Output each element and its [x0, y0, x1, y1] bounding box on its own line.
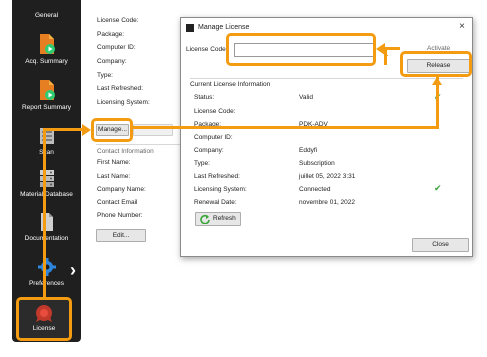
info-label: Last Refreshed: — [194, 173, 240, 180]
annotation-line — [133, 126, 439, 129]
gear-icon — [37, 258, 56, 276]
sidebar-item-documentation[interactable]: Documentation — [12, 212, 81, 242]
sidebar-item-label: Report Summary — [21, 104, 72, 111]
close-icon[interactable]: × — [459, 21, 465, 32]
navigation-sidebar: General Acq. Summary Report Summary Scan… — [12, 0, 81, 342]
field-first-name: First Name: — [97, 159, 131, 166]
close-button[interactable]: Close — [412, 238, 469, 252]
connected-check-icon: ✔ — [434, 183, 442, 193]
info-value: juillet 05, 2022 3:31 — [299, 173, 356, 180]
doc-play-icon — [39, 34, 55, 54]
info-label: Company: — [194, 147, 224, 154]
sidebar-item-label: Documentation — [24, 235, 69, 242]
field-package: Package: — [97, 31, 125, 38]
info-label: Type: — [194, 160, 210, 167]
sidebar-item-label: Acq. Summary — [25, 58, 68, 65]
release-button-highlight — [400, 51, 472, 77]
field-type: Type: — [97, 72, 113, 79]
refresh-button[interactable]: Refresh — [195, 212, 241, 226]
info-label: Licensing System: — [194, 186, 247, 193]
info-label: Renewal Date: — [194, 199, 237, 206]
manage-button-highlight — [91, 118, 133, 142]
annotation-arrow — [376, 43, 385, 55]
field-contact-email: Contact Email — [97, 199, 138, 206]
app-icon — [186, 24, 194, 32]
info-value: novembre 01, 2022 — [299, 199, 356, 206]
chevron-right-icon[interactable]: › — [70, 260, 76, 281]
field-license-code: License Code: — [97, 17, 139, 24]
refresh-icon — [200, 214, 210, 224]
license-code-highlight — [226, 33, 376, 66]
annotation-line — [43, 128, 83, 131]
info-label: License Code: — [194, 108, 236, 115]
refresh-label: Refresh — [213, 215, 236, 222]
info-value: Connected — [299, 186, 331, 193]
field-licensing-system: Licensing System: — [97, 99, 150, 106]
annotation-line — [384, 47, 400, 50]
annotation-arrow — [432, 77, 442, 85]
license-icon — [36, 305, 52, 322]
database-icon — [39, 170, 54, 187]
field-company-name: Company Name: — [97, 186, 146, 193]
info-value: Subscription — [299, 160, 335, 167]
doc-play-icon — [39, 80, 55, 100]
field-computer-id: Computer ID: — [97, 44, 136, 51]
sidebar-section-title: General — [34, 12, 59, 19]
sidebar-item-material-database[interactable]: Material Database — [12, 168, 81, 198]
sidebar-item-license[interactable]: License — [16, 297, 72, 341]
doc-icon — [40, 213, 53, 231]
dialog-title: Manage License — [198, 24, 250, 31]
field-phone-number: Phone Number: — [97, 212, 143, 219]
contact-section-title: Contact Information — [97, 148, 154, 155]
license-code-label: License Code — [186, 46, 226, 53]
field-last-refreshed: Last Refreshed: — [97, 85, 143, 92]
sidebar-item-label: Preferences — [28, 280, 65, 287]
annotation-arrow — [82, 124, 91, 136]
sidebar-item-report-summary[interactable]: Report Summary — [12, 79, 81, 111]
sidebar-item-label: License — [32, 325, 56, 332]
info-value: Valid — [299, 94, 313, 101]
annotation-line — [43, 128, 46, 298]
edit-button[interactable]: Edit... — [96, 229, 146, 242]
sidebar-item-label: Material Database — [20, 191, 73, 198]
info-label: Status: — [194, 94, 215, 101]
field-company: Company: — [97, 58, 127, 65]
sidebar-item-label: Scan — [39, 149, 54, 156]
sidebar-item-acq-summary[interactable]: Acq. Summary — [12, 33, 81, 65]
info-value: Eddyfi — [299, 147, 318, 154]
field-last-name: Last Name: — [97, 173, 131, 180]
section-title: Current License Information — [190, 81, 271, 88]
info-label: Computer ID: — [194, 134, 233, 141]
divider — [96, 144, 180, 145]
